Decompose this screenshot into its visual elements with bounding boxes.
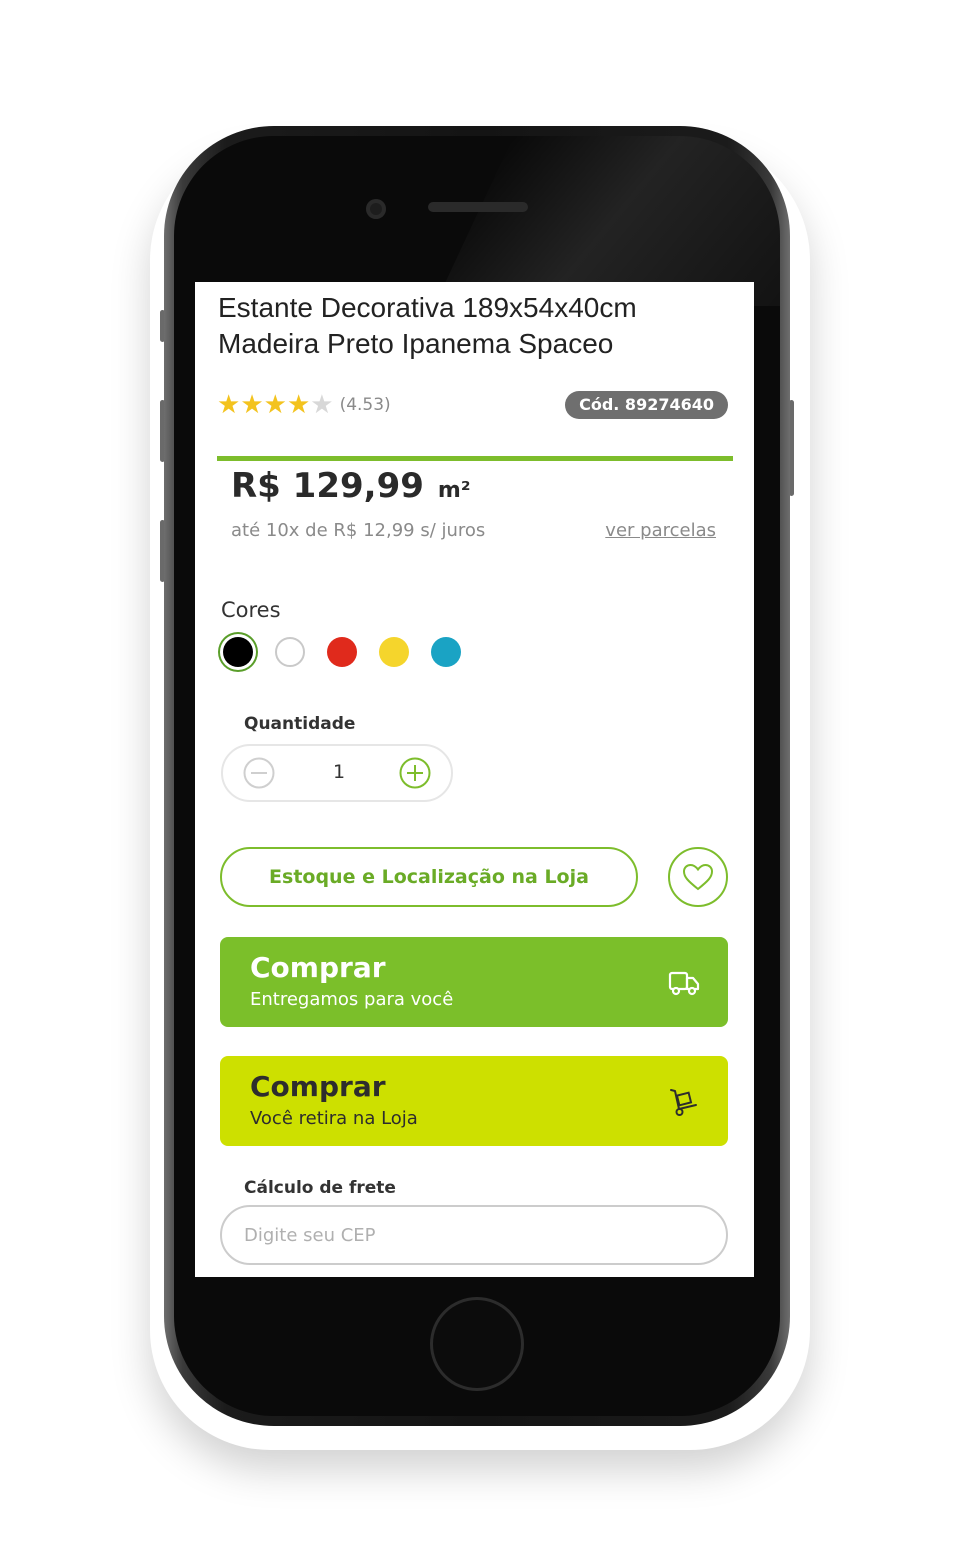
front-camera [366, 199, 386, 219]
star-empty-icon: ★ [310, 390, 334, 420]
color-swatch-yellow[interactable] [379, 637, 409, 667]
product-rating[interactable]: ★ ★ ★ ★ ★ (4.53) [217, 392, 391, 418]
mockup-stage: Estante Decorativa 189x54x40cm Madeira P… [0, 0, 964, 1562]
price-unit: m² [437, 478, 471, 503]
rating-value: (4.53) [339, 395, 391, 415]
buy-pickup-subtitle: Você retira na Loja [250, 1108, 418, 1129]
quantity-stepper: 1 [221, 744, 453, 802]
star-filled-icon: ★ [240, 390, 264, 420]
installments-text: até 10x de R$ 12,99 s/ juros [231, 520, 486, 541]
hand-truck-icon [670, 1089, 697, 1116]
buy-pickup-title: Comprar [250, 1070, 386, 1103]
cep-input[interactable] [220, 1205, 728, 1265]
phone-screen: Estante Decorativa 189x54x40cm Madeira P… [195, 282, 754, 1277]
product-title-line1: Estante Decorativa 189x54x40cm [218, 292, 637, 323]
buy-delivery-subtitle: Entregamos para você [250, 989, 454, 1010]
home-button[interactable] [430, 1297, 524, 1391]
star-filled-icon: ★ [217, 390, 241, 420]
color-swatch-blue[interactable] [431, 637, 461, 667]
installments-link[interactable]: ver parcelas [605, 520, 716, 541]
quantity-value[interactable]: 1 [323, 761, 355, 783]
star-filled-icon: ★ [286, 390, 311, 420]
color-swatch-black[interactable] [223, 637, 253, 667]
screen-glare [434, 136, 780, 306]
star-filled-icon: ★ [263, 390, 287, 420]
truck-icon [668, 971, 700, 996]
product-title-line2: Madeira Preto Ipanema Spaceo [218, 328, 614, 359]
color-swatches [223, 637, 483, 667]
price-amount: R$ 129,99 [231, 466, 424, 506]
heart-icon [682, 863, 714, 891]
colors-label: Cores [221, 598, 281, 622]
product-code-badge: Cód. 89274640 [565, 391, 728, 419]
quantity-label: Quantidade [244, 714, 356, 734]
buy-delivery-button[interactable]: Comprar Entregamos para você [220, 937, 728, 1027]
plus-circle-icon[interactable] [399, 757, 431, 789]
shipping-label: Cálculo de frete [244, 1178, 396, 1198]
product-title: Estante Decorativa 189x54x40cm Madeira P… [218, 290, 738, 362]
price-block: R$ 129,99 m² [231, 466, 470, 506]
buy-pickup-button[interactable]: Comprar Você retira na Loja [220, 1056, 728, 1146]
stock-location-button[interactable]: Estoque e Localização na Loja [220, 847, 638, 907]
color-swatch-white[interactable] [275, 637, 305, 667]
buy-delivery-title: Comprar [250, 951, 386, 984]
color-swatch-red[interactable] [327, 637, 357, 667]
earpiece-speaker [428, 202, 528, 212]
favorite-button[interactable] [668, 847, 728, 907]
price-divider [217, 456, 733, 461]
minus-circle-icon[interactable] [243, 757, 275, 789]
